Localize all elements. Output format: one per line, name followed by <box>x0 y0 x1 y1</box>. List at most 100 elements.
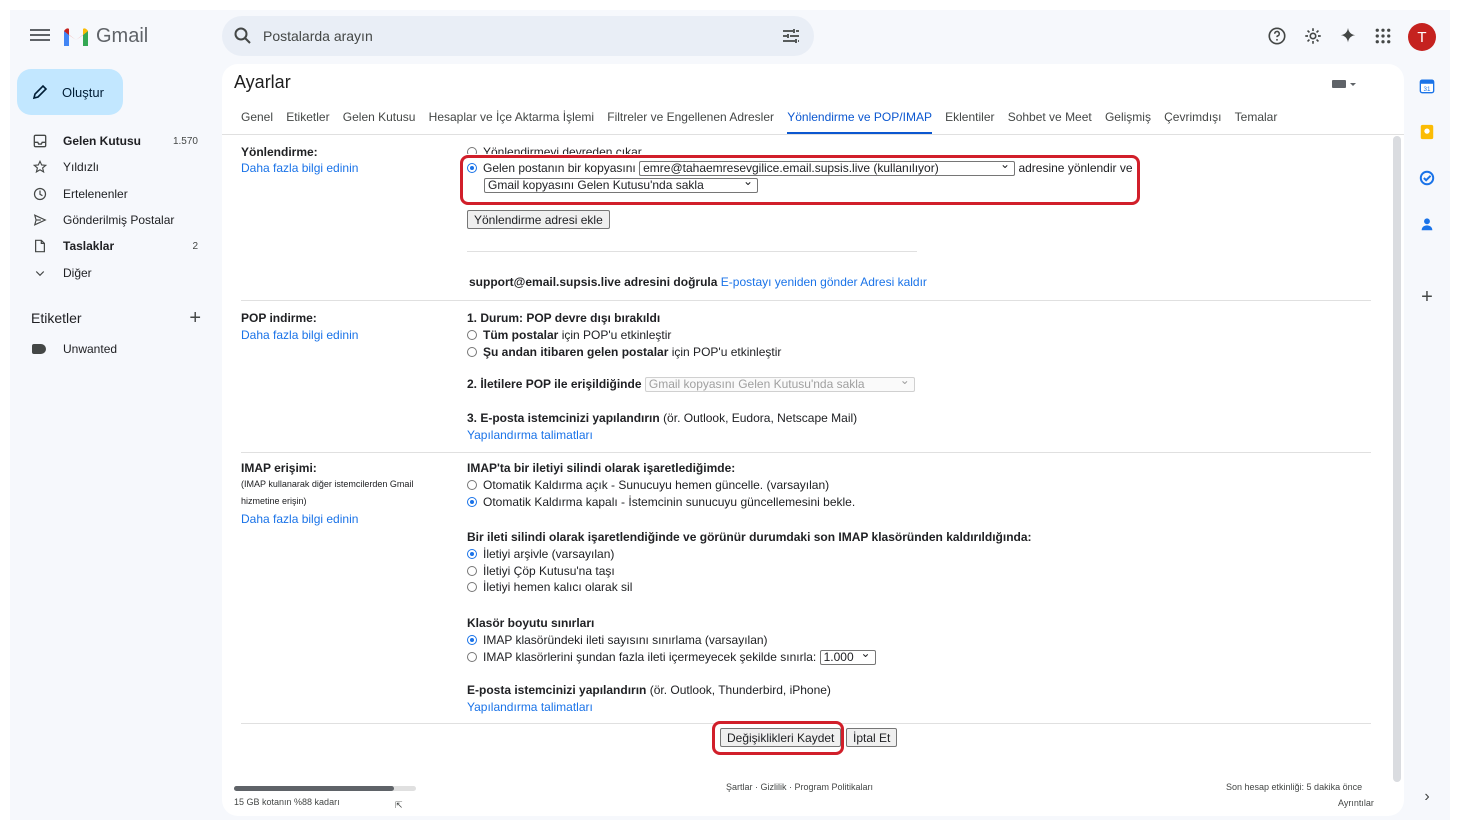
contacts-icon[interactable] <box>1418 215 1436 233</box>
apps-grid-icon[interactable] <box>1372 25 1394 47</box>
pop-all-radio[interactable] <box>467 329 477 340</box>
section-divider <box>241 452 1371 453</box>
no-limit-label: IMAP klasöründeki ileti sayısını sınırla… <box>483 633 768 647</box>
archive-label: İletiyi arşivle (varsayılan) <box>483 547 615 561</box>
storage-bar-fill <box>234 786 395 791</box>
inbox-icon <box>32 133 48 149</box>
archive-option[interactable]: İletiyi arşivle (varsayılan) <box>467 547 614 561</box>
auto-expunge-off-option[interactable]: Otomatik Kaldırma kapalı - İstemcinin su… <box>467 495 855 509</box>
imap-label: IMAP erişimi: <box>241 461 317 475</box>
forwarding-subdivider <box>467 251 917 252</box>
verify-row: support@email.supsis.live adresini doğru… <box>469 275 927 289</box>
section-divider <box>241 300 1371 301</box>
disable-forwarding-radio[interactable] <box>467 146 477 154</box>
limit-radio[interactable] <box>467 651 477 662</box>
sidebar-item-label: Gelen Kutusu <box>63 134 142 149</box>
sidebar-item-more[interactable]: Diğer <box>10 259 210 285</box>
pop-now-option[interactable]: Şu andan itibaren gelen postalar için PO… <box>467 345 781 359</box>
forwarding-learn-more-link[interactable]: Daha fazla bilgi edinin <box>241 161 358 175</box>
delete-forever-radio[interactable] <box>467 581 477 592</box>
main-menu-icon[interactable] <box>30 26 50 46</box>
sidebar-nav: Gelen Kutusu 1.570 Yıldızlı Ertelenenler… <box>10 128 210 286</box>
pop-learn-more-link[interactable]: Daha fazla bilgi edinin <box>241 328 358 342</box>
disable-forwarding-option[interactable]: Yönlendirmeyi devreden çıkar <box>467 145 642 154</box>
help-icon[interactable] <box>1266 25 1288 47</box>
calendar-icon[interactable]: 31 <box>1418 77 1436 95</box>
no-limit-option[interactable]: IMAP klasöründeki ileti sayısını sınırla… <box>467 633 768 647</box>
search-input[interactable]: Postalarda arayın <box>263 28 780 44</box>
activity-details-link[interactable]: Ayrıntılar <box>1338 798 1374 808</box>
pop-now-radio[interactable] <box>467 346 477 357</box>
pop-status: 1. Durum: POP devre dışı bırakıldı <box>467 311 661 325</box>
chevron-down-icon <box>32 265 48 281</box>
trash-radio[interactable] <box>467 565 477 576</box>
limit-value-select[interactable]: 1.000 <box>819 647 876 666</box>
forwarding-highlight <box>460 155 1140 205</box>
draft-count: 2 <box>192 240 198 252</box>
settings-gear-icon[interactable] <box>1302 25 1324 47</box>
keep-notes-icon[interactable] <box>1418 123 1436 141</box>
add-forwarding-address-button[interactable]: Yönlendirme adresi ekle <box>467 210 610 229</box>
auto-expunge-on-radio[interactable] <box>467 479 477 490</box>
show-side-panel-icon[interactable]: › <box>1418 788 1436 806</box>
labels-header: Etiketler + <box>31 308 201 328</box>
pop-configure-link[interactable]: Yapılandırma talimatları <box>467 428 593 442</box>
sidebar-item-label: Yıldızlı <box>63 160 100 175</box>
imap-configure-row: E-posta istemcinizi yapılandırın (ör. Ou… <box>467 683 831 697</box>
pop-configure-rest: (ör. Outlook, Eudora, Netscape Mail) <box>663 411 858 425</box>
pop-now-rest: için POP'u etkinleştir <box>671 345 782 359</box>
pop-access-select[interactable]: Gmail kopyasını Gelen Kutusu'nda sakla <box>644 374 915 393</box>
settings-panel: Ayarlar Genel Etiketler Gelen Kutusu Hes… <box>222 64 1404 816</box>
pencil-icon <box>32 84 48 100</box>
labels-title: Etiketler <box>31 310 82 326</box>
label-item-unwanted[interactable]: Unwanted <box>32 342 117 356</box>
pop-configure-bold: 3. E-posta istemcinizi yapılandırın <box>467 411 660 425</box>
search-icon[interactable] <box>233 26 253 46</box>
compose-button[interactable]: Oluştur <box>17 69 123 115</box>
sidebar-item-drafts[interactable]: Taslaklar 2 <box>10 233 210 259</box>
sidebar-item-starred[interactable]: Yıldızlı <box>10 154 210 180</box>
limit-label: IMAP klasörlerini şundan fazla ileti içe… <box>483 650 817 664</box>
pop-all-option[interactable]: Tüm postalar için POP'u etkinleştir <box>467 328 671 342</box>
remove-address-link[interactable]: Adresi kaldır <box>860 275 927 289</box>
label-tag-icon <box>32 344 46 354</box>
cancel-button[interactable]: İptal Et <box>846 728 898 747</box>
open-storage-icon[interactable]: ⇱ <box>395 800 403 811</box>
auto-expunge-off-radio[interactable] <box>467 496 477 507</box>
gmail-logo[interactable]: Gmail <box>62 25 148 48</box>
storage-bar <box>234 786 416 791</box>
gmail-m-icon <box>64 27 88 46</box>
sidebar-item-inbox[interactable]: Gelen Kutusu 1.570 <box>10 128 210 154</box>
sidebar-item-sent[interactable]: Gönderilmiş Postalar <box>10 207 210 233</box>
archive-radio[interactable] <box>467 548 477 559</box>
sidebar-item-snoozed[interactable]: Ertelenenler <box>10 181 210 207</box>
unread-count: 1.570 <box>172 135 198 147</box>
forwarding-label: Yönlendirme: <box>241 145 318 159</box>
pop-all-rest: için POP'u etkinleştir <box>561 328 672 342</box>
sidebar-item-label: Taslaklar <box>63 239 115 254</box>
pop-access-row: 2. İletilere POP ile erişildiğinde Gmail… <box>467 374 915 393</box>
trash-label: İletiyi Çöp Kutusu'na taşı <box>483 564 615 578</box>
footer-links[interactable]: Şartlar · Gizlilik · Program Politikalar… <box>726 782 873 792</box>
auto-expunge-on-option[interactable]: Otomatik Kaldırma açık - Sunucuyu hemen … <box>467 478 829 492</box>
vertical-scrollbar[interactable] <box>1393 136 1401 782</box>
storage-text: 15 GB kotanın %88 kadarı <box>234 797 340 807</box>
resend-email-link[interactable]: E-postayı yeniden gönder <box>721 275 858 289</box>
pop-configure-row: 3. E-posta istemcinizi yapılandırın (ör.… <box>467 411 857 425</box>
search-options-icon[interactable] <box>780 25 802 47</box>
imap-configure-link[interactable]: Yapılandırma talimatları <box>467 700 593 714</box>
add-label-icon[interactable]: + <box>189 308 201 328</box>
trash-option[interactable]: İletiyi Çöp Kutusu'na taşı <box>467 564 615 578</box>
tasks-icon[interactable] <box>1418 169 1436 187</box>
imap-expunge-heading: Bir ileti silindi olarak işaretlendiğind… <box>467 530 1032 544</box>
pop-now-bold: Şu andan itibaren gelen postalar <box>483 345 669 359</box>
account-avatar[interactable]: T <box>1408 23 1436 51</box>
search-bar[interactable]: Postalarda arayın <box>222 16 814 56</box>
gemini-sparkle-icon[interactable] <box>1337 25 1359 47</box>
delete-forever-option[interactable]: İletiyi hemen kalıcı olarak sil <box>467 580 632 594</box>
imap-learn-more-link[interactable]: Daha fazla bilgi edinin <box>241 512 358 526</box>
add-forwarding-row: Yönlendirme adresi ekle <box>467 210 610 229</box>
no-limit-radio[interactable] <box>467 634 477 645</box>
get-add-ons-icon[interactable]: + <box>1418 286 1436 308</box>
settings-content: Yönlendirme: Daha fazla bilgi edinin Yön… <box>222 64 1382 810</box>
